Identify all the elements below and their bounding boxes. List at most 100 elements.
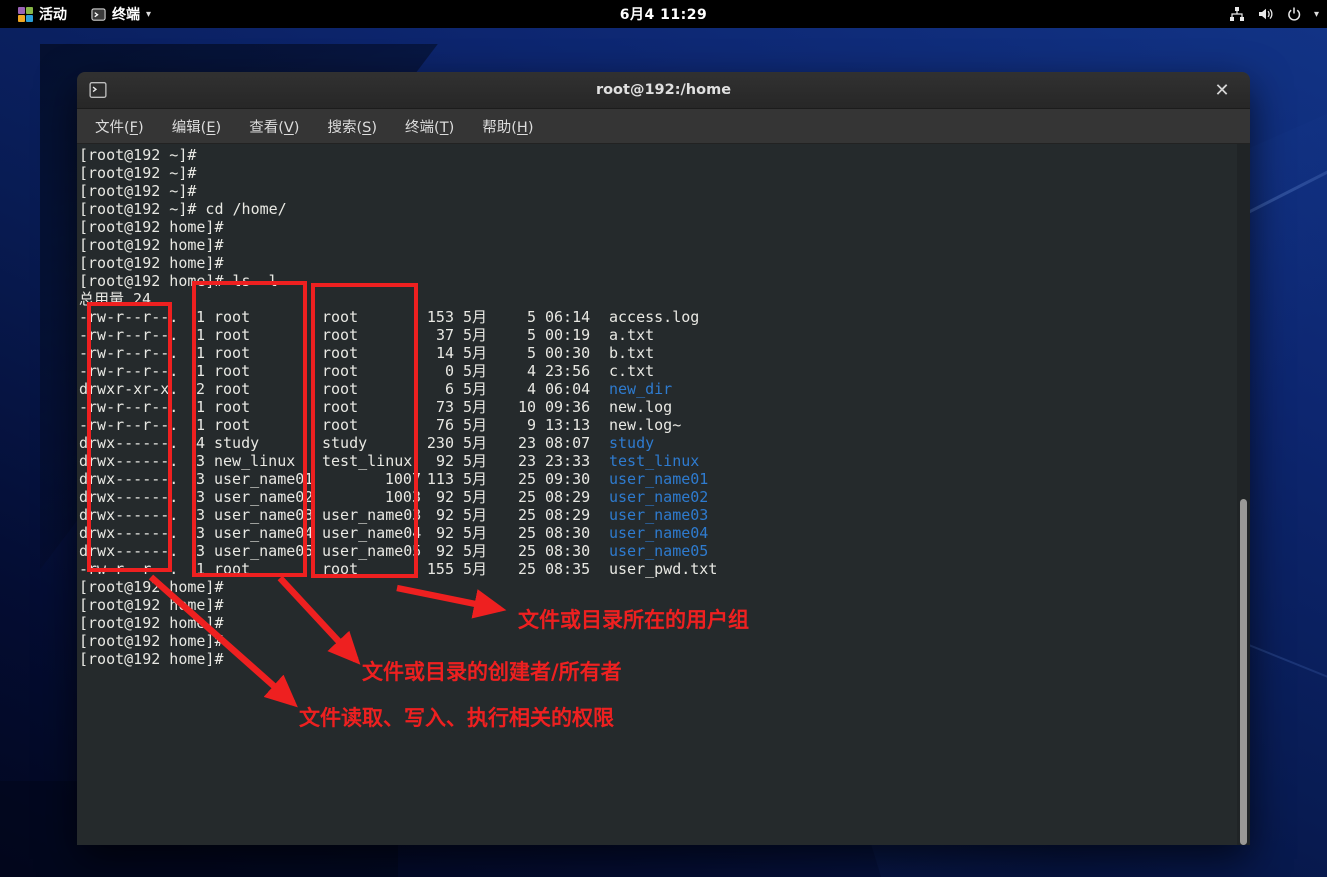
ls-col-day: 4 <box>489 380 536 398</box>
ls-col-name: new.log~ <box>609 416 681 434</box>
ls-col-day: 10 <box>489 398 536 416</box>
menu-V[interactable]: 查看(V) <box>237 112 311 141</box>
ls-col-perms: -rw-r--r--. <box>79 344 187 362</box>
ls-col-name: c.txt <box>609 362 654 380</box>
window-titlebar[interactable]: root@192:/home ✕ <box>77 72 1250 109</box>
ls-col-owner: user_name01 <box>214 470 322 488</box>
terminal-line: [root@192 home]# <box>79 632 1250 650</box>
ls-col-group: user_name04 <box>322 524 421 542</box>
app-menu-label: 终端 <box>112 4 140 24</box>
ls-col-month: 5月 <box>463 506 489 524</box>
ls-col-month: 5月 <box>463 434 489 452</box>
ls-col-links: 1 <box>187 362 205 380</box>
ls-col-group: 1003 <box>322 488 421 506</box>
menu-T[interactable]: 终端(T) <box>393 112 466 141</box>
ls-row: -rw-r--r--.1rootroot1555月2508:35user_pwd… <box>79 560 1250 578</box>
ls-col-links: 4 <box>187 434 205 452</box>
terminal-line: 总用量 24 <box>79 290 1250 308</box>
ls-row: -rw-r--r--.1rootroot765月913:13new.log~ <box>79 416 1250 434</box>
ls-col-group: root <box>322 416 421 434</box>
ls-col-name: user_pwd.txt <box>609 560 717 578</box>
centos-logo-icon <box>18 7 33 22</box>
scrollbar-track[interactable] <box>1237 144 1250 845</box>
ls-col-time: 06:14 <box>545 308 592 326</box>
activities-button[interactable]: 活动 <box>10 0 75 28</box>
ls-col-perms: -rw-r--r--. <box>79 398 187 416</box>
ls-row: -rw-r--r--.1rootroot375月500:19a.txt <box>79 326 1250 344</box>
ls-col-perms: drwxr-xr-x. <box>79 380 187 398</box>
ls-col-size: 92 <box>421 542 454 560</box>
ls-row: -rw-r--r--.1rootroot1535月506:14access.lo… <box>79 308 1250 326</box>
ls-col-size: 153 <box>421 308 454 326</box>
ls-col-group: root <box>322 362 421 380</box>
ls-col-day: 5 <box>489 326 536 344</box>
terminal-line: [root@192 home]# <box>79 254 1250 272</box>
ls-col-month: 5月 <box>463 542 489 560</box>
ls-col-size: 92 <box>421 524 454 542</box>
ls-col-links: 1 <box>187 308 205 326</box>
ls-row: drwx------.3user_name05user_name05925月25… <box>79 542 1250 560</box>
ls-col-time: 09:30 <box>545 470 592 488</box>
ls-col-size: 230 <box>421 434 454 452</box>
ls-col-time: 08:30 <box>545 542 592 560</box>
ls-col-name: study <box>609 434 654 452</box>
ls-col-perms: drwx------. <box>79 524 187 542</box>
ls-col-size: 0 <box>421 362 454 380</box>
menu-E[interactable]: 编辑(E) <box>160 112 234 141</box>
ls-col-day: 25 <box>489 542 536 560</box>
ls-col-name: user_name03 <box>609 506 708 524</box>
ls-row: -rw-r--r--.1rootroot05月423:56c.txt <box>79 362 1250 380</box>
clock[interactable]: 6月4 11:29 <box>620 0 707 28</box>
desktop-stage: 活动 终端 ▾ 6月4 11:29 <box>0 0 1327 877</box>
chevron-down-icon: ▾ <box>146 9 151 20</box>
ls-col-time: 23:56 <box>545 362 592 380</box>
ls-col-group: user_name05 <box>322 542 421 560</box>
ls-col-size: 92 <box>421 506 454 524</box>
ls-col-group: test_linux <box>322 452 421 470</box>
ls-col-day: 4 <box>489 362 536 380</box>
app-menu-terminal[interactable]: 终端 ▾ <box>83 0 159 28</box>
ls-col-day: 25 <box>489 524 536 542</box>
ls-col-perms: drwx------. <box>79 452 187 470</box>
ls-col-time: 08:07 <box>545 434 592 452</box>
ls-col-month: 5月 <box>463 308 489 326</box>
terminal-screen[interactable]: [root@192 ~]# [root@192 ~]# [root@192 ~]… <box>77 144 1250 845</box>
ls-col-day: 5 <box>489 344 536 362</box>
ls-col-name: new.log <box>609 398 672 416</box>
ls-row: drwxr-xr-x.2rootroot65月406:04new_dir <box>79 380 1250 398</box>
ls-col-perms: drwx------. <box>79 542 187 560</box>
menu-S[interactable]: 搜索(S) <box>315 112 389 141</box>
ls-col-month: 5月 <box>463 344 489 362</box>
ls-col-time: 23:33 <box>545 452 592 470</box>
ls-col-time: 09:36 <box>545 398 592 416</box>
ls-col-links: 1 <box>187 416 205 434</box>
network-icon[interactable] <box>1229 6 1245 22</box>
menu-H[interactable]: 帮助(H) <box>470 112 545 141</box>
volume-icon[interactable] <box>1257 6 1274 22</box>
ls-col-size: 73 <box>421 398 454 416</box>
ls-col-month: 5月 <box>463 524 489 542</box>
ls-col-time: 13:13 <box>545 416 592 434</box>
menu-bar: 文件(F)编辑(E)查看(V)搜索(S)终端(T)帮助(H) <box>77 109 1250 144</box>
ls-col-time: 00:19 <box>545 326 592 344</box>
scrollbar-thumb[interactable] <box>1240 499 1247 845</box>
ls-col-time: 06:04 <box>545 380 592 398</box>
menu-F[interactable]: 文件(F) <box>83 112 156 141</box>
ls-col-perms: drwx------. <box>79 506 187 524</box>
ls-col-day: 25 <box>489 560 536 578</box>
power-icon[interactable] <box>1286 6 1302 22</box>
ls-col-owner: root <box>214 398 322 416</box>
ls-col-links: 3 <box>187 452 205 470</box>
ls-row: drwx------.3user_name03user_name03925月25… <box>79 506 1250 524</box>
ls-col-owner: root <box>214 380 322 398</box>
ls-col-month: 5月 <box>463 560 489 578</box>
system-menu-chevron-icon[interactable]: ▾ <box>1314 9 1319 20</box>
close-button[interactable]: ✕ <box>1208 76 1236 104</box>
ls-row: -rw-r--r--.1rootroot735月1009:36new.log <box>79 398 1250 416</box>
ls-col-name: user_name05 <box>609 542 708 560</box>
terminal-line: [root@192 home]# <box>79 614 1250 632</box>
ls-col-name: user_name01 <box>609 470 708 488</box>
ls-col-day: 25 <box>489 470 536 488</box>
ls-col-time: 00:30 <box>545 344 592 362</box>
ls-col-day: 9 <box>489 416 536 434</box>
